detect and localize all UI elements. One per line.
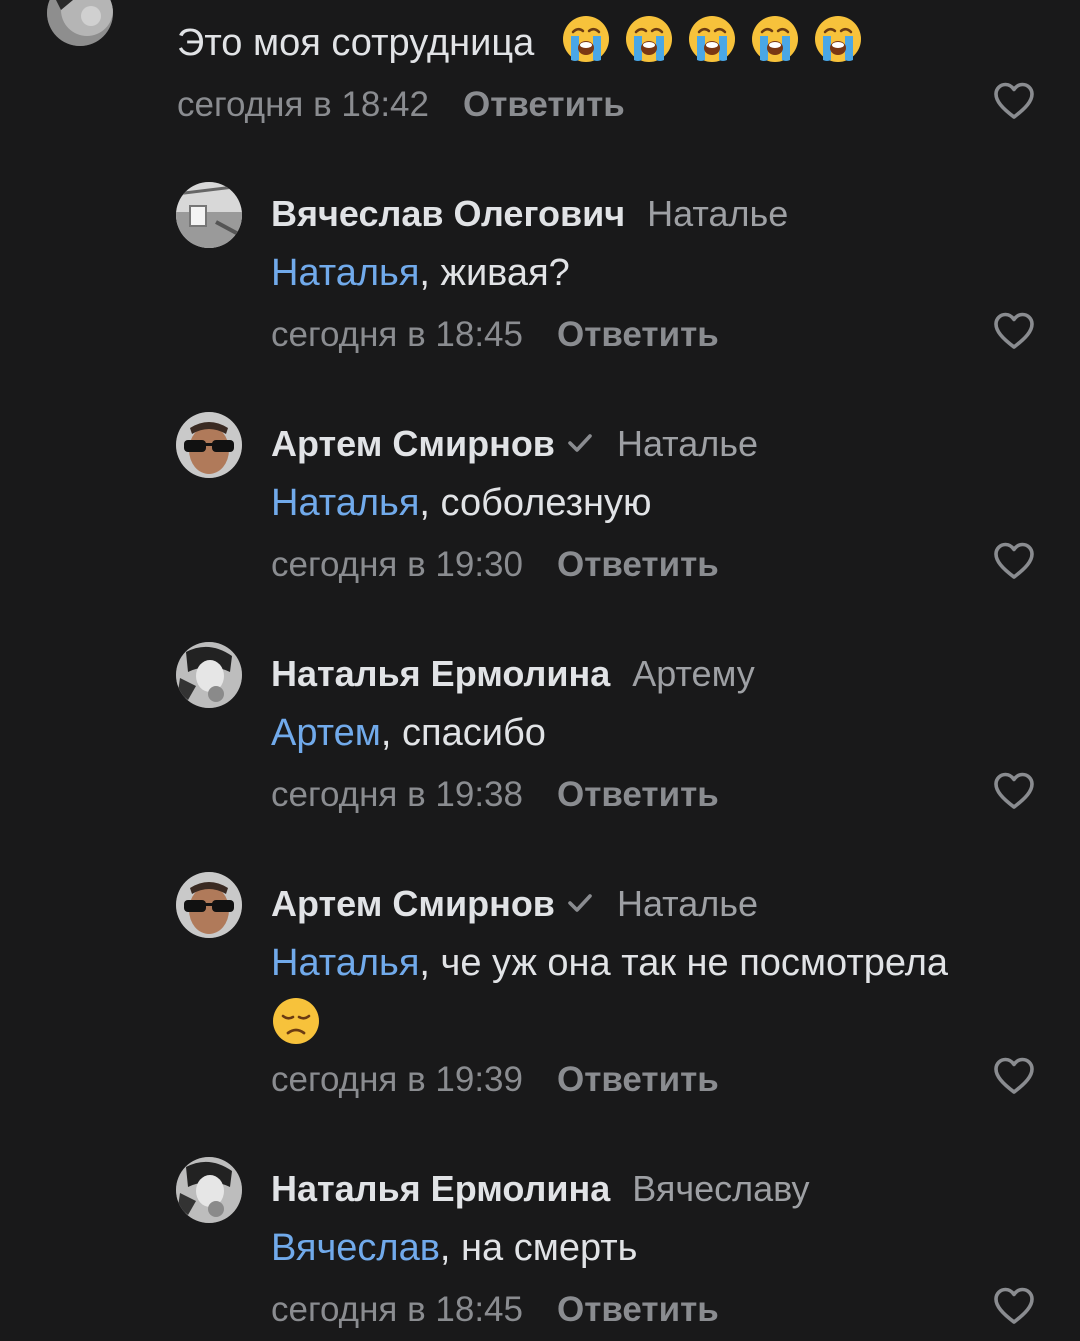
- avatar[interactable]: [176, 182, 242, 248]
- comment-text: Наталья, соболезную: [271, 476, 1031, 530]
- comment-header: Наталья Ермолина Вячеславу: [271, 1167, 809, 1211]
- comment-meta: сегодня в 19:30 Ответить: [271, 543, 719, 587]
- reply-button[interactable]: Ответить: [463, 85, 625, 124]
- comment-text: Артем, спасибо: [271, 706, 1031, 760]
- like-button[interactable]: [992, 770, 1036, 814]
- mention-link[interactable]: Артем: [271, 712, 381, 754]
- disappointed-face-icon: [271, 996, 321, 1046]
- comment-text: Вячеслав, на смерть: [271, 1221, 1031, 1275]
- comment-body: , спасибо: [380, 712, 546, 754]
- avatar[interactable]: [176, 1157, 242, 1223]
- recipient-name[interactable]: Наталье: [647, 193, 788, 234]
- like-button[interactable]: [992, 540, 1036, 584]
- comment-body: , че уж она так не посмотрела: [419, 942, 949, 984]
- like-button[interactable]: [992, 1285, 1036, 1329]
- comment-text: Наталья, живая?: [271, 246, 1031, 300]
- comment-date: сегодня в 18:42: [177, 85, 429, 124]
- avatar[interactable]: [176, 642, 242, 708]
- heart-icon: [992, 770, 1036, 814]
- loudly-crying-face-icon: [561, 14, 611, 64]
- like-button[interactable]: [992, 310, 1036, 354]
- recipient-name[interactable]: Наталье: [617, 883, 758, 924]
- recipient-name[interactable]: Артему: [632, 653, 755, 694]
- heart-icon: [992, 1055, 1036, 1099]
- reply-button[interactable]: Ответить: [557, 545, 719, 584]
- loudly-crying-face-icon: [813, 14, 863, 64]
- comment-header: Наталья Ермолина Артему: [271, 652, 755, 696]
- verified-check-icon: [565, 428, 595, 458]
- loudly-crying-face-icon: [624, 14, 674, 64]
- comment-body: , на смерть: [439, 1227, 638, 1269]
- comment-text: Наталья, че уж она так не посмотрела: [271, 936, 1031, 1052]
- comment-body: Это моя сотрудница: [177, 22, 535, 64]
- comment-meta: сегодня в 18:42 Ответить: [177, 83, 625, 127]
- comment-meta: сегодня в 19:38 Ответить: [271, 773, 719, 817]
- avatar[interactable]: [176, 412, 242, 478]
- mention-link[interactable]: Наталья: [271, 482, 419, 524]
- reply-button[interactable]: Ответить: [557, 775, 719, 814]
- reply-button[interactable]: Ответить: [557, 1060, 719, 1099]
- loudly-crying-face-icon: [750, 14, 800, 64]
- mention-link[interactable]: Вячеслав: [271, 1227, 440, 1269]
- comment-date: сегодня в 19:39: [271, 1060, 523, 1099]
- author-name[interactable]: Наталья Ермолина: [271, 653, 610, 694]
- loudly-crying-face-icon: [687, 14, 737, 64]
- heart-icon: [992, 80, 1036, 124]
- comment-text: Это моя сотрудница: [177, 14, 1057, 70]
- comment-date: сегодня в 19:38: [271, 775, 523, 814]
- recipient-name[interactable]: Наталье: [617, 423, 758, 464]
- comment-header: Вячеслав Олегович Наталье: [271, 192, 788, 236]
- comment-meta: сегодня в 18:45 Ответить: [271, 313, 719, 357]
- author-name[interactable]: Вячеслав Олегович: [271, 193, 625, 234]
- mention-link[interactable]: Наталья: [271, 252, 419, 294]
- avatar[interactable]: [47, 0, 113, 46]
- author-name[interactable]: Артем Смирнов: [271, 423, 555, 464]
- heart-icon: [992, 1285, 1036, 1329]
- heart-icon: [992, 540, 1036, 584]
- comment-date: сегодня в 18:45: [271, 315, 523, 354]
- comment-header: Артем Смирнов Наталье: [271, 882, 758, 926]
- comment-body: , соболезную: [419, 482, 652, 524]
- comment-meta: сегодня в 19:39 Ответить: [271, 1058, 719, 1102]
- comment-body: , живая?: [419, 252, 570, 294]
- reply-button[interactable]: Ответить: [557, 315, 719, 354]
- avatar[interactable]: [176, 872, 242, 938]
- comment-header: Артем Смирнов Наталье: [271, 422, 758, 466]
- verified-check-icon: [565, 888, 595, 918]
- mention-link[interactable]: Наталья: [271, 942, 419, 984]
- author-name[interactable]: Артем Смирнов: [271, 883, 555, 924]
- reply-button[interactable]: Ответить: [557, 1290, 719, 1329]
- recipient-name[interactable]: Вячеславу: [632, 1168, 809, 1209]
- comment-date: сегодня в 18:45: [271, 1290, 523, 1329]
- heart-icon: [992, 310, 1036, 354]
- author-name[interactable]: Наталья Ермолина: [271, 1168, 610, 1209]
- like-button[interactable]: [992, 1055, 1036, 1099]
- comment-date: сегодня в 19:30: [271, 545, 523, 584]
- comment-meta: сегодня в 18:45 Ответить: [271, 1288, 719, 1332]
- like-button[interactable]: [992, 80, 1036, 124]
